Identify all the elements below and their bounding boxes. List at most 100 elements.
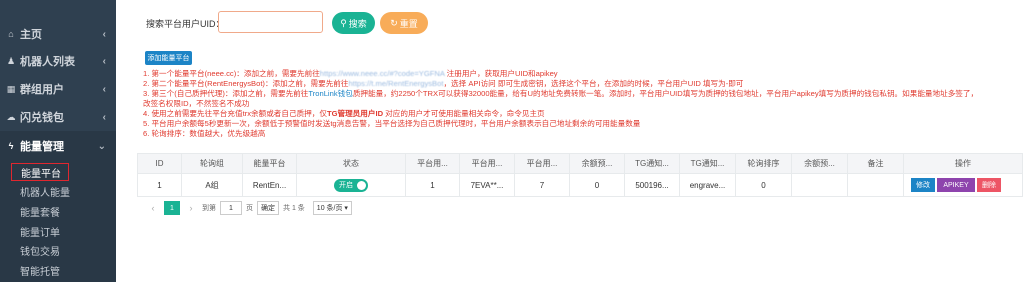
sidebar-item-group-users[interactable]: ▦ 群组用户 ‹ [0,74,116,104]
sidebar-item-label: 能量管理 [20,141,64,153]
energy-platform-table: ID 轮询组 能量平台 状态 平台用... 平台用... 平台用... 余额预.… [137,153,1023,197]
pagination: ‹ 1 › 到第 1 页 确定 共 1 条 10 条/页 ▾ [146,201,356,215]
users-icon: ♟ [6,55,16,66]
add-energy-platform-button[interactable]: 添加能量平台 [145,51,192,65]
next-page-icon[interactable]: › [184,203,198,213]
sidebar-item-label: 机器人列表 [20,56,75,68]
note-emphasis: TG管理员用户ID [326,109,384,118]
note-text: 4. 使用之前需要先往平台充值trx余额或者自己质押，仅 [143,109,327,118]
cell-value: 0 [735,173,792,197]
reset-button[interactable]: ↻ 重置 [380,12,428,34]
search-button[interactable]: ⚲ 搜索 [332,12,375,34]
column-header[interactable]: ID [137,153,182,174]
status-label: 开启 [339,182,353,189]
chevron-left-icon: ‹ [102,83,106,95]
sidebar-item-label: 主页 [20,29,42,41]
total-count: 共 1 条 [283,205,305,212]
submenu-smart-custody[interactable]: 智能托管 [20,261,60,279]
cell-value: 7EVA**... [459,173,515,197]
toggle-knob [357,180,366,190]
apikey-button[interactable]: APIKEY [937,178,975,192]
note-text: 注册用户，获取用户UID和apikey [444,69,558,78]
chevron-left-icon: ‹ [102,55,106,67]
note-text: 对应的用户才可使用能量相关命令，命令见主页 [383,109,545,118]
search-icon: ⚲ [340,17,347,28]
note-link[interactable]: https://www.neee.cc/#?code=YGFNA [320,69,445,78]
delete-button[interactable]: 删除 [977,178,1001,192]
page-input[interactable]: 1 [220,201,242,215]
note-text: 1. 第一个能量平台(neee.cc)：添加之前，需要先前往 [143,69,320,78]
sidebar-item-label: 闪兑钱包 [20,112,64,124]
column-header[interactable]: 余额预... [791,153,848,174]
note-text: 3. 第三个(自己质押代理)：添加之前，需要先前往 [143,89,309,98]
cell-value: 1 [405,173,460,197]
home-icon: ⌂ [8,29,14,39]
cell-platform: RentEn... [242,173,297,197]
cloud-icon: ☁ [6,111,16,122]
column-header[interactable]: 轮询组 [181,153,243,174]
energy-submenu: 能量平台 机器人能量 能量套餐 能量订单 钱包交易 智能托管 [0,160,116,282]
note-1: 1. 第一个能量平台(neee.cc)：添加之前，需要先前往https://ww… [143,69,1024,79]
table-header-row: ID 轮询组 能量平台 状态 平台用... 平台用... 平台用... 余额预.… [137,153,1023,174]
note-4: 4. 使用之前需要先往平台充值trx余额或者自己质押，仅TG管理员用户ID 对应… [143,109,1024,119]
column-header[interactable]: TG通知... [624,153,680,174]
submenu-wallet-transactions[interactable]: 钱包交易 [20,241,60,259]
cell-group: A组 [181,173,243,197]
page-unit: 页 [246,205,253,212]
sidebar-item-robots[interactable]: ♟ 机器人列表 ‹ [0,46,116,76]
chevron-left-icon: ‹ [102,28,106,40]
main-content: 搜索平台用户UID： ⚲ 搜索 ↻ 重置 添加能量平台 1. 第一个能量平台(n… [116,0,1024,282]
note-text: 2. 第二个能量平台(RentEnergysBot)：添加之前，需要先前往 [143,79,349,88]
cell-id: 1 [137,173,182,197]
sidebar-item-label: 群组用户 [20,84,64,96]
page-size-select[interactable]: 10 条/页 ▾ [312,201,352,215]
column-header[interactable]: 状态 [296,153,406,174]
submenu-energy-platform[interactable]: 能量平台 [11,163,69,181]
column-header[interactable]: 能量平台 [242,153,297,174]
column-header[interactable]: 平台用... [459,153,515,174]
refresh-icon: ↻ [390,17,398,28]
cell-value [847,173,904,197]
submenu-energy-orders[interactable]: 能量订单 [20,222,60,240]
cell-value [791,173,848,197]
status-toggle[interactable]: 开启 [334,178,368,192]
column-header[interactable]: 平台用... [514,153,570,174]
sidebar-item-home[interactable]: ⌂ 主页 ‹ [0,19,116,49]
chevron-left-icon: ‹ [102,111,106,123]
cell-value: 7 [514,173,570,197]
column-header[interactable]: 备注 [847,153,904,174]
table-row: 1 A组 RentEn... 开启 1 7EVA**... 7 0 500196… [137,173,1023,197]
column-header: 操作 [903,153,1023,174]
sidebar-item-energy-management[interactable]: ϟ 能量管理 ⌄ [0,131,116,161]
search-button-label: 搜索 [348,18,367,29]
note-link[interactable]: https://t.me/RentEnergysBot [348,79,443,88]
column-header[interactable]: 平台用... [405,153,460,174]
prev-page-icon[interactable]: ‹ [146,203,160,213]
sidebar: ⌂ 主页 ‹ ♟ 机器人列表 ‹ ▦ 群组用户 ‹ ☁ 闪兑钱包 ‹ ϟ 能量管… [0,0,116,282]
submenu-energy-packages[interactable]: 能量套餐 [20,202,60,220]
note-3-continued: 改签名权限ID，不然签名不成功 [143,99,250,108]
submenu-robot-energy[interactable]: 机器人能量 [20,182,70,200]
column-header[interactable]: 轮询排序 [735,153,792,174]
column-header[interactable]: TG通知... [679,153,736,174]
note-5: 5. 平台用户余额每5秒更新一次，余额低于预警值时发送tg消息告警，当平台选择为… [143,119,641,128]
cell-value: engrave... [679,173,736,197]
cell-value: 500196... [624,173,680,197]
reset-button-label: 重置 [399,18,418,29]
column-header[interactable]: 余额预... [569,153,625,174]
note-2: 2. 第二个能量平台(RentEnergysBot)：添加之前，需要先前往htt… [143,79,1024,89]
confirm-button[interactable]: 确定 [257,201,279,215]
group-icon: ▦ [6,83,16,94]
note-text: ，选择 API访问 即可生成密钥，选择这个平台，在添加的时候，平台用户UID 填… [443,79,744,88]
note-link[interactable]: TronLink钱包 [308,89,352,98]
note-3: 3. 第三个(自己质押代理)：添加之前，需要先前往TronLink钱包质押能量，… [143,89,1024,99]
instructions: 1. 第一个能量平台(neee.cc)：添加之前，需要先前往https://ww… [143,69,1024,139]
cell-value: 0 [569,173,625,197]
edit-button[interactable]: 修改 [911,178,935,192]
search-input[interactable] [218,11,323,33]
note-6: 6. 轮询排序：数值越大，优先级越高 [143,129,266,138]
sidebar-item-flash-wallet[interactable]: ☁ 闪兑钱包 ‹ [0,102,116,132]
current-page[interactable]: 1 [164,201,180,215]
actions-group: 修改 APIKEY 删除 [905,175,1022,196]
goto-label: 到第 [202,205,216,212]
